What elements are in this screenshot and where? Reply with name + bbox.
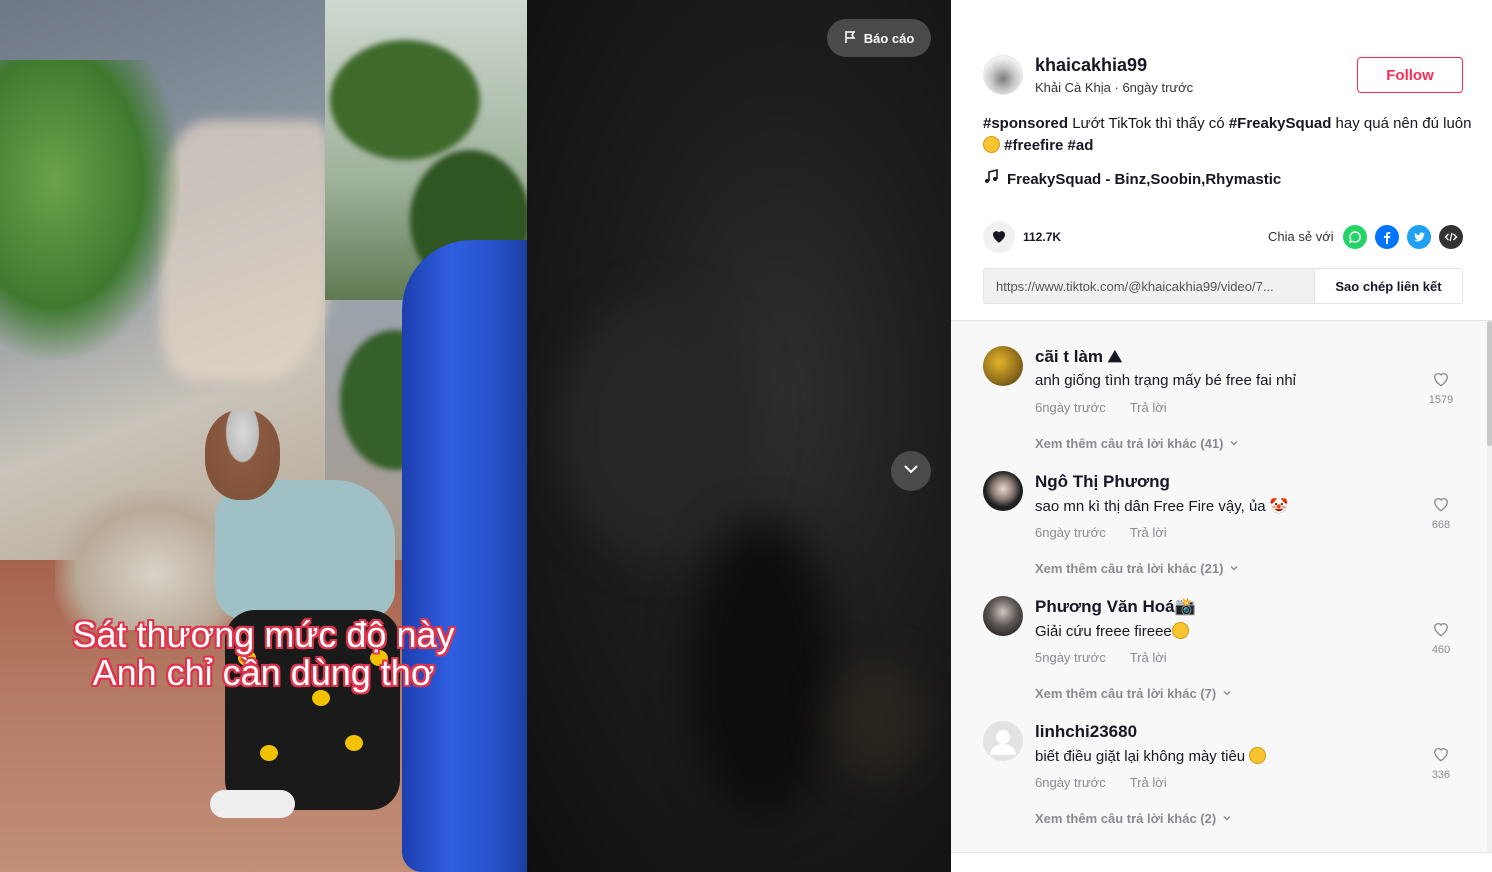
comment-time: 6ngày trước [1035,775,1106,790]
subline-separator: · [1110,80,1123,95]
description-text-1: Lướt TikTok thì thấy có [1068,115,1229,132]
comment-list[interactable]: cãi t làm ⛰ anh giống tình trạng mấy bé … [951,321,1492,852]
comment-meta: 6ngày trước Trả lời [1035,775,1167,790]
report-button[interactable]: Báo cáo [827,19,931,57]
video-blurred-background [527,0,951,872]
comment-like-count: 460 [1431,644,1451,656]
comment-avatar[interactable] [983,471,1023,511]
comment-text: biết điều giặt lại không mày tiêu [1035,747,1267,765]
music-title: FreakySquad - Binz,Soobin,Rhymastic [1007,170,1282,188]
camera-emoji-icon: 📸 [1174,597,1196,616]
comment-like-button[interactable]: 1579 [1423,369,1459,406]
rofl-emoji-icon [983,136,1000,153]
view-more-replies[interactable]: Xem thêm câu trả lời khác (2) [1035,811,1232,826]
comment-time: 5ngày trước [1035,650,1106,665]
comment-text: anh giống tình trạng mấy bé free fai nhỉ [1035,372,1297,389]
comment-avatar[interactable] [983,596,1023,636]
comment-author-name: cãi t làm [1035,347,1104,366]
comment-text: sao mn kì thị dân Free Fire vậy, ủa 🤡 [1035,497,1289,515]
comment-text-content: biết điều giặt lại không mày tiêu [1035,748,1246,765]
comment-text-content: Giải cứu freee fireee [1035,623,1172,640]
facebook-icon[interactable] [1375,225,1399,249]
comment-item: linhchi23680 biết điều giặt lại không mà… [951,696,1481,826]
video-url[interactable]: https://www.tiktok.com/@khaicakhia99/vid… [996,279,1316,294]
comment-like-count: 1579 [1428,394,1454,406]
comment-like-button[interactable]: 668 [1423,494,1459,531]
chevron-down-icon [902,460,920,483]
chevron-down-icon [1222,811,1232,826]
reply-button[interactable]: Trả lời [1130,525,1167,540]
comment-meta: 6ngày trước Trả lời [1035,400,1167,415]
hashtag-freefire[interactable]: #freefire [1004,137,1063,154]
laughing-emoji-icon [1249,747,1267,764]
twitter-icon[interactable] [1407,225,1431,249]
heart-icon [990,227,1008,248]
reply-button[interactable]: Trả lời [1130,400,1167,415]
laughing-emoji-icon [1171,622,1189,639]
view-more-replies-label: Xem thêm câu trả lời khác (2) [1035,811,1217,826]
video-caption-line-1: Sát thương mức độ này [72,614,455,655]
comment-like-count: 668 [1431,519,1451,531]
copy-link-button[interactable]: Sao chép liên kết [1314,269,1462,303]
like-button[interactable] [983,221,1015,253]
pyramid-emoji-icon: ⛰ [1107,347,1123,366]
hashtag-sponsored[interactable]: #sponsored [983,115,1068,132]
scrollbar-thumb[interactable] [1487,321,1492,446]
comment-meta: 5ngày trước Trả lời [1035,650,1167,665]
comment-text-content: sao mn kì thị dân Free Fire vậy, ủa [1035,498,1266,515]
comment-like-button[interactable]: 336 [1423,744,1459,781]
report-label: Báo cáo [863,30,915,46]
author-display-name: Khải Cà Khịa [1035,80,1111,95]
like-count: 112.7K [1023,230,1062,244]
comment-text: Giải cứu freee fireee [1035,622,1189,640]
comment-avatar[interactable] [983,346,1023,386]
author-username[interactable]: khaicakhia99 [1035,55,1147,76]
author-subline: Khải Cà Khịa · 6ngày trước [1035,80,1193,95]
comment-input-area[interactable] [951,852,1492,872]
video-player[interactable]: Sát thương mức độ này Anh chỉ cần dùng t… [0,0,951,872]
heart-outline-icon [1431,373,1451,393]
heart-outline-icon [1431,623,1451,643]
author-avatar[interactable] [983,55,1023,95]
clown-emoji-icon: 🤡 [1269,498,1289,515]
like-stat: 112.7K [983,221,1061,253]
comment-author[interactable]: cãi t làm ⛰ [1035,347,1122,367]
description-text-2: hay quá nên đú luôn [1331,115,1472,132]
comment-item: Ngô Thị Phương sao mn kì thị dân Free Fi… [951,446,1481,576]
music-link[interactable]: FreakySquad - Binz,Soobin,Rhymastic [983,168,1282,189]
next-video-button[interactable] [891,451,931,491]
heart-outline-icon [1431,748,1451,768]
music-note-icon [983,168,999,189]
post-time: 6ngày trước [1122,80,1194,95]
follow-button[interactable]: Follow [1357,57,1463,93]
video-frame[interactable]: Sát thương mức độ này Anh chỉ cần dùng t… [0,0,527,872]
reply-button[interactable]: Trả lời [1130,775,1167,790]
video-link-box: https://www.tiktok.com/@khaicakhia99/vid… [983,268,1463,304]
comment-item: Phương Văn Hoá📸 Giải cứu freee fireee 5n… [951,571,1481,701]
comment-item: cãi t làm ⛰ anh giống tình trạng mấy bé … [951,321,1481,451]
heart-outline-icon [1431,498,1451,518]
hashtag-ad[interactable]: #ad [1068,137,1094,154]
comment-scrollbar[interactable] [1487,321,1492,852]
comment-avatar-default[interactable] [983,721,1023,761]
comment-time: 6ngày trước [1035,525,1106,540]
comment-author-name: Phương Văn Hoá [1035,597,1175,616]
comment-like-count: 336 [1431,769,1451,781]
share-label: Chia sẻ với [1268,229,1334,244]
video-description: #sponsored Lướt TikTok thì thấy có #Frea… [983,113,1473,157]
comment-author[interactable]: Ngô Thị Phương [1035,472,1170,492]
comment-time: 6ngày trước [1035,400,1106,415]
video-info: khaicakhia99 Khải Cà Khịa · 6ngày trước … [951,0,1492,852]
reply-button[interactable]: Trả lời [1130,650,1167,665]
whatsapp-icon[interactable] [1343,225,1367,249]
flag-icon [844,30,858,47]
video-caption-line-2: Anh chỉ cần dùng thơ [92,652,435,693]
comment-author[interactable]: Phương Văn Hoá📸 [1035,597,1196,617]
comment-like-button[interactable]: 460 [1423,619,1459,656]
comment-meta: 6ngày trước Trả lời [1035,525,1167,540]
embed-icon[interactable] [1439,225,1463,249]
hashtag-freakysquad[interactable]: #FreakySquad [1229,115,1332,132]
comment-author[interactable]: linhchi23680 [1035,722,1137,742]
detail-panel: khaicakhia99 Khải Cà Khịa · 6ngày trước … [951,0,1492,872]
